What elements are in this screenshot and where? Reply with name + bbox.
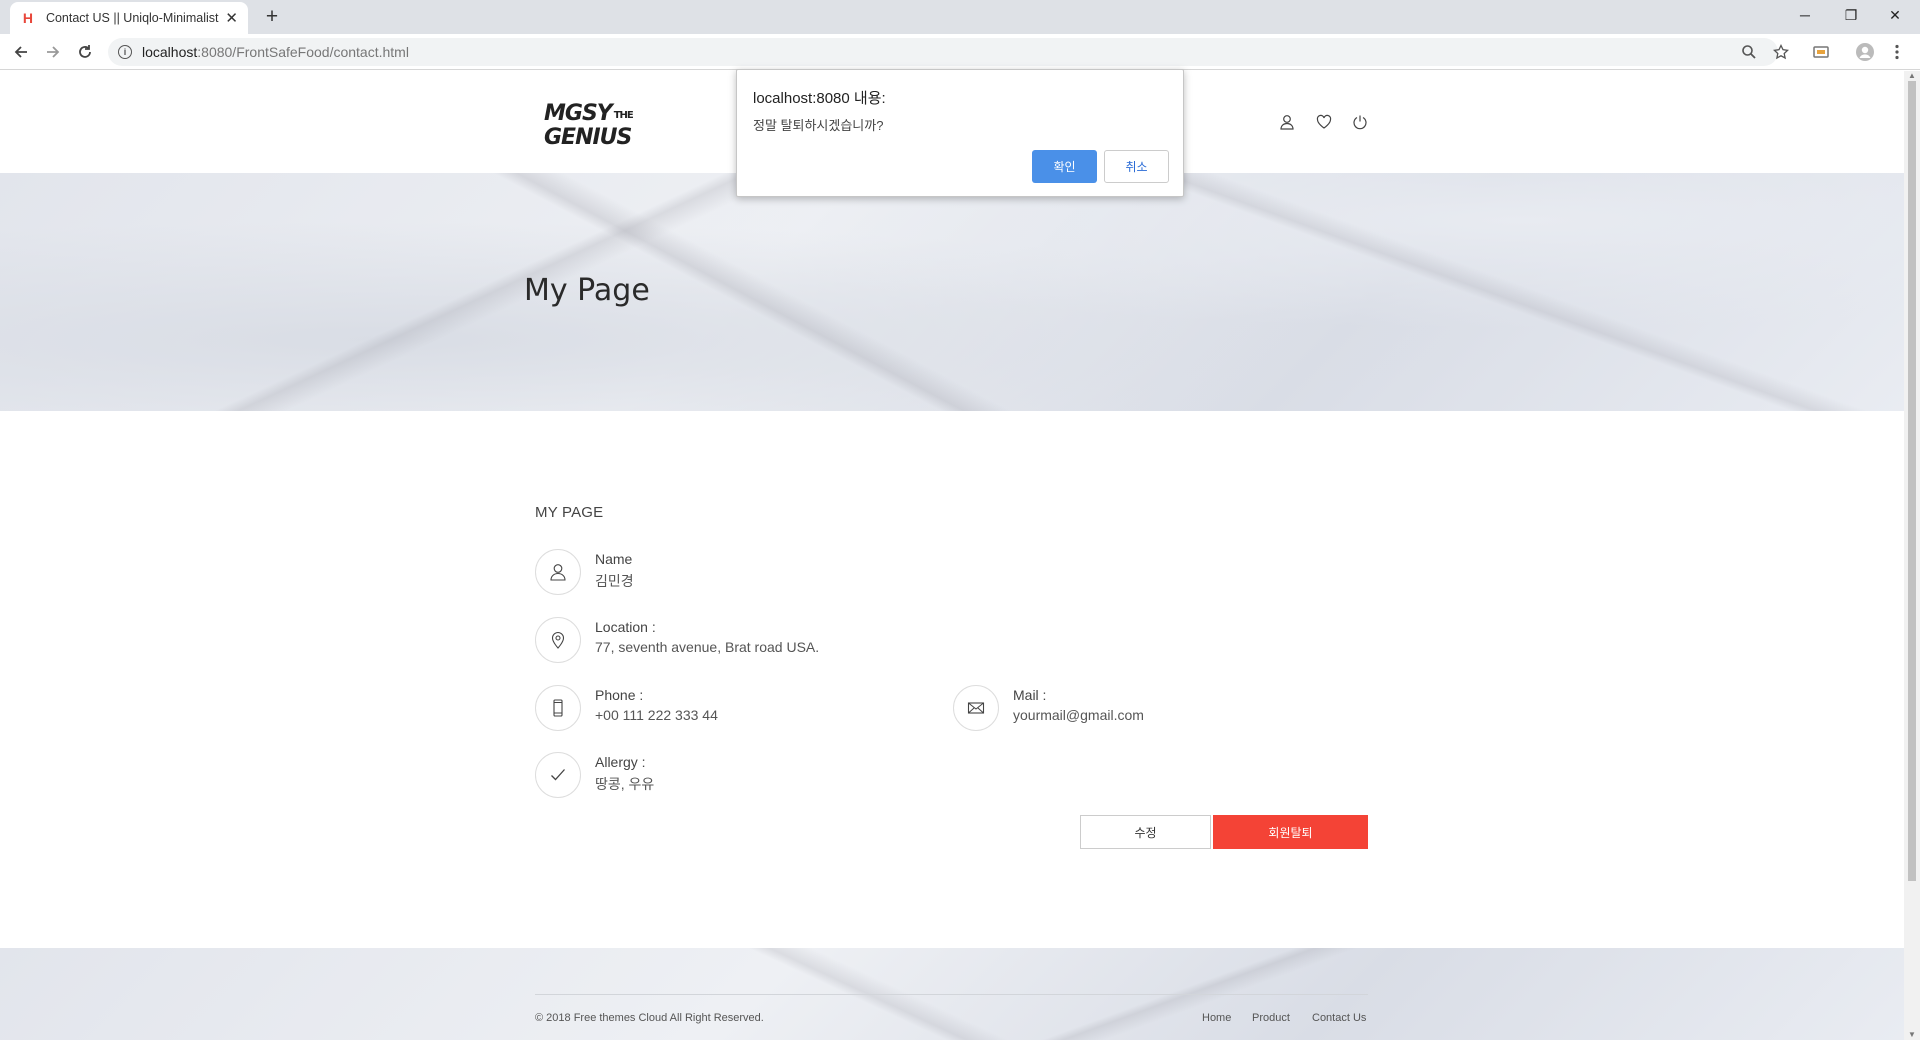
new-tab-button[interactable]: + (260, 5, 284, 29)
info-mail: Mail : yourmail@gmail.com (953, 685, 1313, 733)
minimize-window-button[interactable]: ─ (1782, 0, 1828, 30)
location-pin-icon (535, 617, 581, 663)
logo-text-the: THE (613, 109, 634, 121)
browser-menu-icon[interactable] (1884, 39, 1910, 65)
page-title: My Page (524, 273, 650, 308)
site-logo[interactable]: MGSY THE GENIUS (544, 101, 634, 150)
power-icon[interactable] (1351, 113, 1369, 131)
location-label: Location : (595, 619, 656, 635)
footer-link-product[interactable]: Product (1252, 1012, 1290, 1024)
reload-button[interactable] (72, 39, 98, 65)
page-scrollbar[interactable]: ▲ ▼ (1904, 71, 1920, 1040)
address-bar[interactable]: i localhost:8080/FrontSafeFood/contact.h… (108, 38, 1778, 66)
site-favicon-icon: H (22, 10, 34, 26)
browser-tab[interactable]: H Contact US || Uniqlo-Minimalist ✕ (10, 2, 248, 34)
url-host: localhost (142, 44, 198, 60)
footer-link-home[interactable]: Home (1202, 1012, 1231, 1024)
forward-button[interactable] (40, 39, 66, 65)
heart-icon[interactable] (1315, 113, 1333, 131)
dialog-ok-button[interactable]: 확인 (1032, 150, 1097, 183)
tab-title: Contact US || Uniqlo-Minimalist (45, 11, 219, 25)
page-hero-banner: My Page (0, 173, 1904, 411)
mail-label: Mail : (1013, 687, 1047, 703)
close-window-button[interactable]: ✕ (1872, 0, 1918, 30)
bookmark-star-icon[interactable] (1770, 41, 1792, 63)
scroll-up-icon[interactable]: ▲ (1904, 71, 1920, 81)
url-path: :8080/FrontSafeFood/contact.html (197, 44, 409, 60)
forward-arrow-icon (47, 46, 60, 58)
site-footer: © 2018 Free themes Cloud All Right Reser… (0, 948, 1904, 1040)
page-viewport: MGSY THE GENIUS My Page MY PAGE Name 김민경 … (0, 71, 1904, 1040)
info-phone: Phone : +00 111 222 333 44 (535, 685, 895, 733)
logo-text-line2: GENIUS (544, 124, 632, 150)
footer-divider (535, 994, 1368, 995)
name-value: 김민경 (595, 573, 634, 589)
browser-toolbar: i localhost:8080/FrontSafeFood/contact.h… (0, 34, 1920, 70)
info-name: Name 김민경 (535, 549, 895, 597)
back-arrow-icon (14, 46, 27, 58)
user-icon (535, 549, 581, 595)
user-icon[interactable] (1278, 113, 1296, 131)
dialog-cancel-button[interactable]: 취소 (1104, 150, 1169, 183)
envelope-icon (953, 685, 999, 731)
browser-tab-strip: H Contact US || Uniqlo-Minimalist ✕ + ─ … (0, 0, 1920, 34)
footer-link-contact[interactable]: Contact Us (1312, 1012, 1366, 1024)
edit-button[interactable]: 수정 (1080, 815, 1211, 849)
cast-extension-icon[interactable] (1808, 39, 1834, 65)
zoom-icon[interactable] (1738, 41, 1760, 63)
mypage-section-title: MY PAGE (535, 504, 604, 521)
copyright-text: © 2018 Free themes Cloud All Right Reser… (535, 1012, 764, 1024)
back-button[interactable] (8, 39, 34, 65)
scroll-down-icon[interactable]: ▼ (1904, 1030, 1920, 1040)
allergy-label: Allergy : (595, 754, 646, 770)
site-info-icon[interactable]: i (118, 45, 132, 59)
tab-close-icon[interactable]: ✕ (225, 9, 238, 27)
dialog-title: localhost:8080 내용: (753, 90, 886, 107)
logo-text-line1: MGSY (544, 101, 613, 126)
scrollbar-thumb[interactable] (1908, 81, 1916, 881)
info-allergy: Allergy : 땅콩, 우유 (535, 752, 895, 800)
mail-value: yourmail@gmail.com (1013, 707, 1144, 723)
restore-window-button[interactable]: ❐ (1828, 0, 1874, 30)
phone-value: +00 111 222 333 44 (595, 707, 718, 723)
mobile-phone-icon (535, 685, 581, 731)
dialog-message: 정말 탈퇴하시겠습니까? (753, 118, 884, 133)
info-location: Location : 77, seventh avenue, Brat road… (535, 617, 895, 665)
allergy-value: 땅콩, 우유 (595, 776, 655, 792)
profile-avatar-icon[interactable] (1852, 39, 1878, 65)
location-value: 77, seventh avenue, Brat road USA. (595, 639, 820, 655)
name-label: Name (595, 551, 633, 567)
confirm-dialog: localhost:8080 내용: 정말 탈퇴하시겠습니까? 확인 취소 (736, 69, 1184, 197)
phone-label: Phone : (595, 687, 644, 703)
withdraw-button[interactable]: 회원탈퇴 (1213, 815, 1368, 849)
reload-icon (79, 45, 91, 58)
checkmark-icon (535, 752, 581, 798)
